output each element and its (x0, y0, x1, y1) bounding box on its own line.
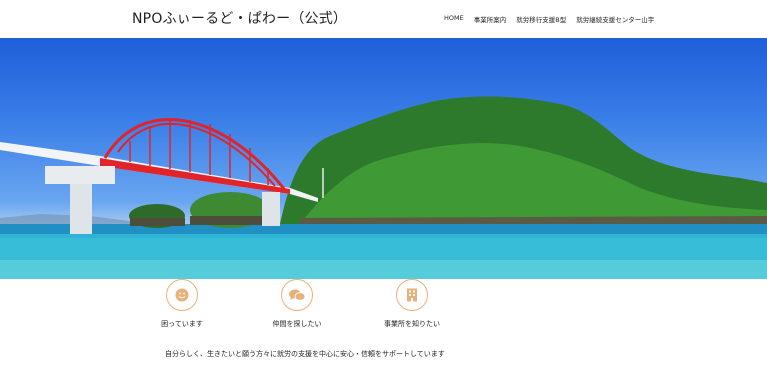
nav-item-employment-support[interactable]: 就労移行支援B型 (516, 14, 566, 24)
building-icon (396, 279, 428, 311)
main-nav: HOME 事業所案内 就労移行支援B型 就労継続支援センター山宇 (444, 14, 654, 24)
intro-text: 自分らしく、生きたいと願う方々に就労の支援を中心に安心・信頼をサポートしています (165, 350, 445, 358)
chat-icon (281, 279, 313, 311)
nav-item-office-guide[interactable]: 事業所案内 (474, 14, 507, 24)
feature-troubled-label: 困っています (161, 320, 203, 328)
smile-icon (166, 279, 198, 311)
site-header: NPOふぃーるど・ぱわー（公式） HOME 事業所案内 就労移行支援B型 就労継… (0, 0, 767, 38)
hero-image (0, 38, 767, 279)
feature-office-info-label: 事業所を知りたい (384, 320, 440, 328)
feature-links: 困っています 仲間を探したい 事業所を知りたい 自分らしく、生きたいと願う方々に… (0, 279, 767, 375)
site-title-link[interactable]: NPOふぃーるど・ぱわー（公式） (132, 8, 347, 28)
feature-find-friends[interactable]: 仲間を探したい (257, 279, 337, 329)
feature-troubled[interactable]: 困っています (142, 279, 222, 329)
feature-office-info[interactable]: 事業所を知りたい (372, 279, 452, 329)
nav-item-support-center[interactable]: 就労継続支援センター山宇 (576, 14, 654, 24)
hero-landscape-illustration (0, 96, 767, 279)
nav-item-home[interactable]: HOME (444, 14, 464, 24)
feature-find-friends-label: 仲間を探したい (272, 320, 322, 328)
